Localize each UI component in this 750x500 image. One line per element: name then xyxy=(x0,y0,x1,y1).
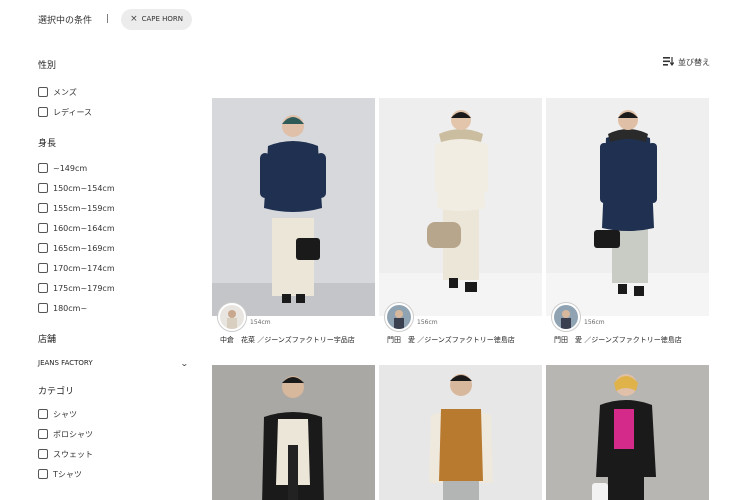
sort-icon xyxy=(663,57,675,68)
filter-title-gender: 性別 xyxy=(38,61,57,71)
filter-option-height[interactable]: 155cm~159cm xyxy=(38,198,198,218)
coordinate-card[interactable] xyxy=(212,365,375,500)
outfit-photo[interactable] xyxy=(546,98,709,316)
staff-name-store[interactable]: 門田 愛 ／ジーンズファクトリー徳島店 xyxy=(546,335,709,345)
staff-height: 156cm xyxy=(417,318,438,326)
staff-meta: 156cm xyxy=(379,303,542,331)
filter-title-height: 身長 xyxy=(38,139,57,149)
filter-sidebar: 性別 メンズ レディース 身長 ~149cm 150cm~154cm 155cm… xyxy=(38,58,198,484)
option-label: メンズ xyxy=(53,87,77,97)
filter-option-height[interactable]: 170cm~174cm xyxy=(38,258,198,278)
staff-height: 154cm xyxy=(250,318,271,326)
filter-chip-label: CAPE HORN xyxy=(141,15,184,23)
option-label: 180cm~ xyxy=(53,303,88,313)
filter-title-store: 店舗 xyxy=(38,335,57,345)
filter-option-height[interactable]: 165cm~169cm xyxy=(38,238,198,258)
staff-meta: 156cm xyxy=(546,303,709,331)
checkbox[interactable] xyxy=(38,163,48,173)
outfit-photo[interactable] xyxy=(379,98,542,316)
avatar[interactable] xyxy=(218,303,246,331)
checkbox[interactable] xyxy=(38,449,48,459)
checkbox[interactable] xyxy=(38,107,48,117)
option-label: 150cm~154cm xyxy=(53,183,115,193)
checkbox[interactable] xyxy=(38,263,48,273)
selected-conditions: 選択中の条件 | × CAPE HORN xyxy=(38,8,193,30)
outfit-photo[interactable] xyxy=(212,365,375,500)
outfit-photo[interactable] xyxy=(546,365,709,500)
option-label: シャツ xyxy=(53,409,77,419)
filter-option-mens[interactable]: メンズ xyxy=(38,82,198,102)
coordinate-card[interactable] xyxy=(546,365,709,500)
checkbox[interactable] xyxy=(38,429,48,439)
checkbox[interactable] xyxy=(38,469,48,479)
filter-option-height[interactable]: ~149cm xyxy=(38,158,198,178)
filter-option-category[interactable]: スウェット xyxy=(38,444,198,464)
option-label: ~149cm xyxy=(53,163,88,173)
coordinate-card[interactable]: 154cm 中倉 花菜 ／ジーンズファクトリー宇品店 xyxy=(212,98,375,345)
selected-conditions-label: 選択中の条件 xyxy=(38,15,93,26)
sort-label: 並び替え xyxy=(678,58,710,67)
coordinate-card[interactable]: 156cm 門田 愛 ／ジーンズファクトリー徳島店 xyxy=(379,98,542,345)
checkbox[interactable] xyxy=(38,283,48,293)
option-label: 160cm~164cm xyxy=(53,223,115,233)
filter-title-category: カテゴリ xyxy=(38,387,75,397)
sort-button[interactable]: 並び替え xyxy=(663,57,710,68)
staff-meta: 154cm xyxy=(212,303,375,331)
option-label: ポロシャツ xyxy=(53,429,93,439)
avatar[interactable] xyxy=(552,303,580,331)
close-icon[interactable]: × xyxy=(130,14,138,24)
checkbox[interactable] xyxy=(38,409,48,419)
option-label: スウェット xyxy=(53,449,93,459)
selected-separator: | xyxy=(106,14,110,24)
coordinate-card[interactable] xyxy=(379,365,542,500)
outfit-photo[interactable] xyxy=(212,98,375,316)
option-label: 155cm~159cm xyxy=(53,203,115,213)
staff-name-store[interactable]: 中倉 花菜 ／ジーンズファクトリー宇品店 xyxy=(212,335,375,345)
filter-option-category[interactable]: Tシャツ xyxy=(38,464,198,484)
checkbox[interactable] xyxy=(38,183,48,193)
filter-option-height[interactable]: 180cm~ xyxy=(38,298,198,318)
option-label: 170cm~174cm xyxy=(53,263,115,273)
filter-option-height[interactable]: 160cm~164cm xyxy=(38,218,198,238)
checkbox[interactable] xyxy=(38,87,48,97)
staff-name-store[interactable]: 門田 愛 ／ジーンズファクトリー徳島店 xyxy=(379,335,542,345)
checkbox[interactable] xyxy=(38,243,48,253)
option-label: レディース xyxy=(53,107,93,117)
filter-option-category[interactable]: ポロシャツ xyxy=(38,424,198,444)
checkbox[interactable] xyxy=(38,223,48,233)
filter-option-category[interactable]: シャツ xyxy=(38,404,198,424)
outfit-photo[interactable] xyxy=(379,365,542,500)
checkbox[interactable] xyxy=(38,303,48,313)
option-label: 165cm~169cm xyxy=(53,243,115,253)
filter-chip-cape-horn[interactable]: × CAPE HORN xyxy=(121,8,193,30)
filter-option-height[interactable]: 175cm~179cm xyxy=(38,278,198,298)
option-label: 175cm~179cm xyxy=(53,283,115,293)
checkbox[interactable] xyxy=(38,203,48,213)
store-select-value: JEANS FACTORY xyxy=(38,359,93,367)
avatar[interactable] xyxy=(385,303,413,331)
store-select[interactable]: JEANS FACTORY ⌄ xyxy=(38,356,190,370)
chevron-down-icon: ⌄ xyxy=(180,358,190,368)
filter-option-height[interactable]: 150cm~154cm xyxy=(38,178,198,198)
coordinate-card[interactable]: 156cm 門田 愛 ／ジーンズファクトリー徳島店 xyxy=(546,98,709,345)
option-label: Tシャツ xyxy=(53,469,82,479)
filter-option-ladies[interactable]: レディース xyxy=(38,102,198,122)
staff-height: 156cm xyxy=(584,318,605,326)
